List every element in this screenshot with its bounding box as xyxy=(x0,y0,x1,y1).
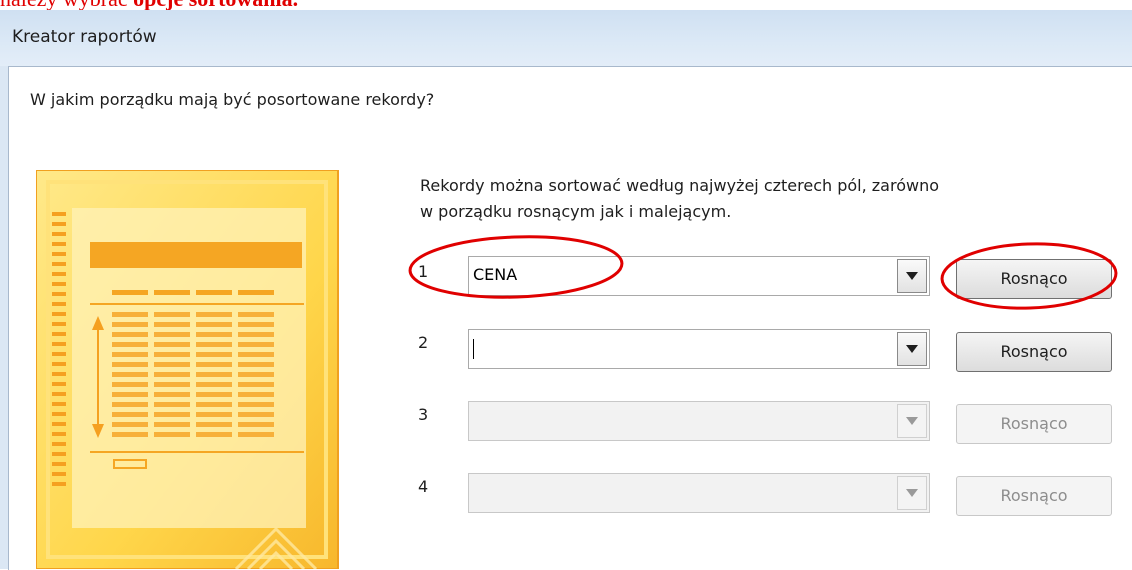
dropdown-button-3[interactable] xyxy=(897,404,927,438)
sort-order-button-2[interactable]: Rosnąco xyxy=(956,332,1112,372)
page-question: W jakim porządku mają być posortowane re… xyxy=(30,90,435,109)
chevron-down-icon xyxy=(906,345,918,353)
dropdown-button-2[interactable] xyxy=(897,332,927,366)
window-title: Kreator raportów xyxy=(12,27,157,47)
sort-row-number-3: 3 xyxy=(418,405,429,424)
sort-row-number-1: 1 xyxy=(418,262,429,281)
chevron-down-icon xyxy=(906,417,918,425)
document-caption: należy wybrać opcje sortowania. xyxy=(0,0,1132,10)
report-layout-illustration xyxy=(36,170,339,569)
chevron-down-icon xyxy=(906,272,918,280)
chevron-down-icon xyxy=(906,489,918,497)
sort-description: Rekordy można sortować według najwyżej c… xyxy=(420,176,940,221)
sort-field-combo-1[interactable]: CENA xyxy=(468,256,930,296)
sort-order-button-3[interactable]: Rosnąco xyxy=(956,404,1112,444)
sort-row-number-4: 4 xyxy=(418,477,429,496)
dropdown-button-4[interactable] xyxy=(897,476,927,510)
report-illustration xyxy=(36,170,398,569)
sort-field-combo-4[interactable] xyxy=(468,473,930,513)
text-cursor xyxy=(473,339,474,359)
sort-field-combo-3[interactable] xyxy=(468,401,930,441)
dropdown-button-1[interactable] xyxy=(897,259,927,293)
sort-row-number-2: 2 xyxy=(418,333,429,352)
title-bar[interactable]: Kreator raportów xyxy=(0,10,1132,66)
sort-field-combo-2[interactable] xyxy=(468,329,930,369)
sort-order-button-1[interactable]: Rosnąco xyxy=(956,259,1112,299)
sort-order-button-4[interactable]: Rosnąco xyxy=(956,476,1112,516)
sort-field-value-1: CENA xyxy=(473,265,518,284)
